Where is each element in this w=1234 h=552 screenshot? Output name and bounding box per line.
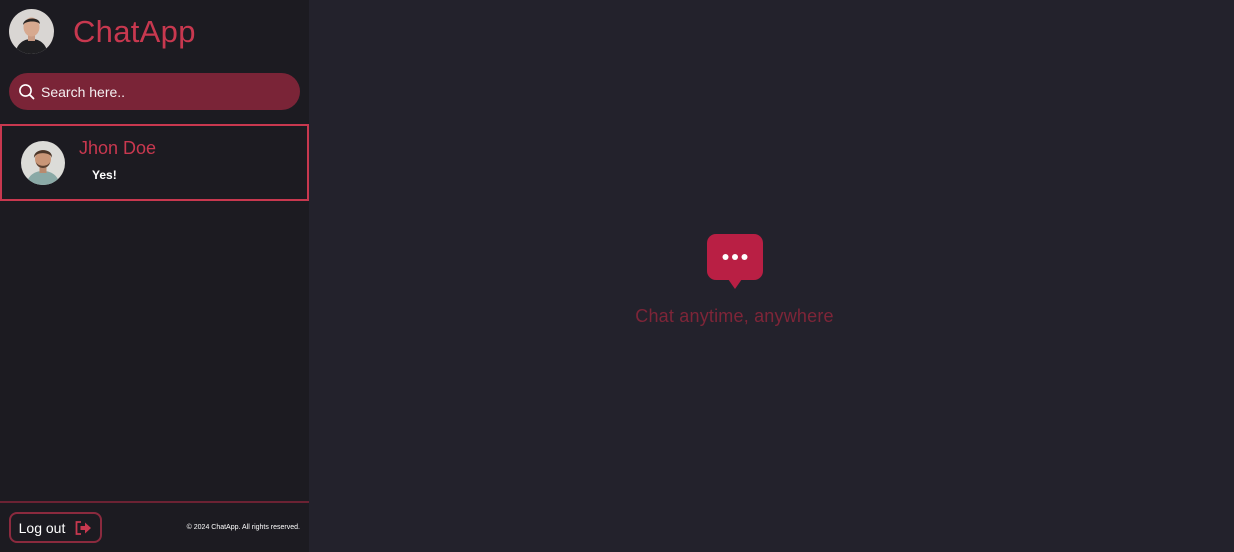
empty-state: Chat anytime, anywhere	[272, 233, 1197, 327]
search-input[interactable]	[41, 83, 281, 100]
empty-state-text: Chat anytime, anywhere	[635, 306, 834, 326]
chat-bubble-icon	[706, 233, 764, 291]
logout-label: Log out	[18, 519, 66, 536]
contact-avatar	[21, 140, 65, 185]
user-avatar[interactable]	[9, 9, 54, 54]
chat-main-panel: Chat anytime, anywhere	[309, 0, 1234, 552]
app-title: ChatApp	[73, 13, 196, 49]
contact-text: Jhon Doe Yes!	[79, 138, 156, 182]
app-root: ChatApp Search here.. Jhon Doe Yes! Log …	[0, 0, 1234, 552]
copyright-text: © 2024 ChatApp. All rights reserved.	[186, 524, 300, 531]
sidebar-footer: Log out © 2024 ChatApp. All rights reser…	[0, 501, 309, 552]
contact-avatar-icon	[21, 140, 65, 185]
search-icon	[18, 83, 36, 101]
logout-arrow-icon	[74, 520, 92, 536]
brand-header: ChatApp	[9, 9, 196, 54]
user-avatar-icon	[9, 9, 54, 54]
search-bar	[9, 73, 300, 110]
contact-last-message: Yes!	[92, 167, 117, 182]
contact-list-item[interactable]: Jhon Doe Yes!	[0, 124, 309, 201]
contact-name: Jhon Doe	[79, 137, 157, 158]
sidebar: ChatApp Search here.. Jhon Doe Yes! Log …	[0, 0, 309, 552]
logout-button[interactable]: Log out	[9, 512, 102, 543]
